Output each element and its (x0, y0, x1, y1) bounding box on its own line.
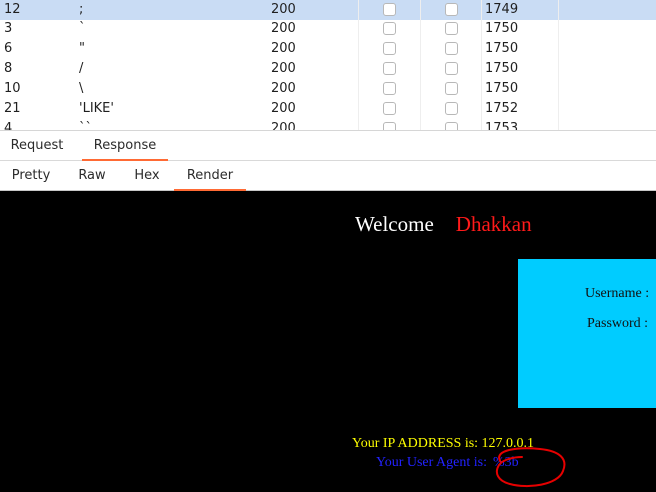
request-number: 10 (4, 81, 21, 96)
ip-address-text: Your IP ADDRESS is: 127.0.0.1 (352, 436, 535, 451)
message-tabs: Request Response (0, 131, 656, 161)
response-length: 1750 (485, 81, 519, 96)
status-code: 200 (271, 41, 296, 56)
login-form: Username : Password : (518, 259, 656, 408)
column-divider (558, 0, 559, 131)
request-number: 8 (4, 61, 13, 76)
response-length: 1750 (485, 61, 519, 76)
error-checkbox[interactable] (383, 22, 396, 35)
column-divider (481, 0, 482, 131)
timeout-checkbox[interactable] (445, 82, 458, 95)
password-label: Password : (587, 316, 649, 331)
welcome-name: Dhakkan (455, 212, 532, 236)
timeout-checkbox[interactable] (445, 42, 458, 55)
tab-request[interactable]: Request (4, 131, 70, 160)
username-label: Username : (585, 286, 650, 301)
error-checkbox[interactable] (383, 102, 396, 115)
tab-raw[interactable]: Raw (72, 161, 112, 190)
request-number: 6 (4, 41, 13, 56)
timeout-checkbox[interactable] (445, 62, 458, 75)
tab-render[interactable]: Render (174, 161, 246, 191)
error-checkbox[interactable] (383, 42, 396, 55)
status-code: 200 (271, 21, 296, 36)
results-table: 12 ; 200 1749 3 ` 200 1750 6 " 200 1750 … (0, 0, 656, 131)
response-length: 1750 (485, 21, 519, 36)
rendered-response: Welcome Dhakkan Username : Password : You… (0, 191, 656, 492)
tab-pretty[interactable]: Pretty (4, 161, 58, 190)
error-checkbox[interactable] (383, 3, 396, 16)
error-checkbox[interactable] (383, 82, 396, 95)
request-number: 3 (4, 21, 13, 36)
tab-hex[interactable]: Hex (126, 161, 168, 190)
column-divider (358, 0, 359, 131)
timeout-checkbox[interactable] (445, 3, 458, 16)
status-code: 200 (271, 101, 296, 116)
error-checkbox[interactable] (383, 62, 396, 75)
welcome-heading: Welcome Dhakkan (355, 212, 532, 237)
payload: / (79, 61, 84, 76)
user-agent-label: Your User Agent is: (376, 455, 487, 470)
timeout-checkbox[interactable] (445, 22, 458, 35)
timeout-checkbox[interactable] (445, 102, 458, 115)
response-length: 1750 (485, 41, 519, 56)
status-code: 200 (271, 61, 296, 76)
column-divider (420, 0, 421, 131)
request-number: 12 (4, 2, 21, 17)
status-code: 200 (271, 2, 296, 17)
request-number: 21 (4, 101, 21, 116)
user-agent-text: Your User Agent is: %3b (376, 455, 519, 471)
tab-response[interactable]: Response (82, 131, 168, 161)
status-code: 200 (271, 81, 296, 96)
payload: \ (79, 81, 84, 96)
user-agent-value: %3b (492, 455, 519, 470)
payload: " (79, 41, 85, 56)
response-length: 1749 (485, 2, 519, 17)
payload: ; (79, 2, 84, 17)
payload: 'LIKE' (79, 101, 114, 116)
burp-intruder-results-window: 12 ; 200 1749 3 ` 200 1750 6 " 200 1750 … (0, 0, 656, 492)
response-length: 1752 (485, 101, 519, 116)
welcome-text: Welcome (355, 212, 434, 236)
view-tabs: Pretty Raw Hex Render (0, 161, 656, 191)
payload: ` (79, 21, 86, 36)
